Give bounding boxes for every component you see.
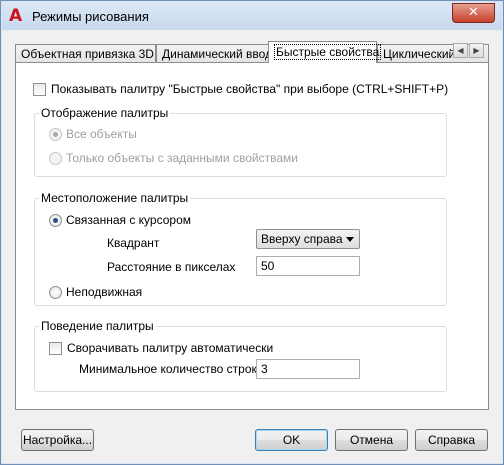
fixed-radio[interactable] [49, 285, 62, 299]
quadrant-label-text: Квадрант [107, 236, 160, 250]
tab-label: Быстрые свойства [274, 44, 382, 60]
cancel-button[interactable]: Отмена [335, 429, 408, 451]
all-objects-label: Все объекты [66, 127, 137, 141]
collapse-checkbox[interactable] [49, 341, 62, 355]
ok-button[interactable]: OK [255, 429, 328, 451]
quadrant-value: Вверху справа [261, 232, 343, 246]
tab-quick-properties[interactable]: Быстрые свойства [268, 41, 382, 63]
show-palette-option[interactable]: Показывать палитру "Быстрые свойства" пр… [33, 82, 448, 96]
behavior-group-title: Поведение палитры [39, 319, 156, 333]
tab-scroll-left-icon[interactable]: ◀ [453, 43, 468, 58]
window-title: Режимы рисования [32, 9, 149, 24]
all-objects-option[interactable]: Все объекты [49, 127, 137, 141]
specified-objects-option[interactable]: Только объекты с заданными свойствами [49, 151, 298, 165]
autocad-a-icon: A [9, 6, 23, 26]
close-button[interactable]: ✕ [452, 3, 495, 23]
quadrant-dropdown[interactable]: Вверху справа [256, 229, 360, 249]
cursor-dependent-label: Связанная с курсором [66, 213, 192, 227]
tab-strip: Объектная привязка 3D Динамический ввод … [15, 41, 489, 63]
collapse-label: Сворачивать палитру автоматически [67, 341, 274, 355]
specified-objects-label: Только объекты с заданными свойствами [66, 151, 298, 165]
title-bar[interactable]: A Режимы рисования ✕ [2, 2, 502, 30]
min-rows-label: Минимальное количество строк [79, 362, 257, 376]
fixed-option[interactable]: Неподвижная [49, 285, 142, 299]
min-rows-input[interactable]: 3 [256, 359, 360, 379]
settings-button[interactable]: Настройка... [21, 429, 94, 451]
help-button[interactable]: Справка [415, 429, 488, 451]
tab-label: Объектная привязка 3D [21, 47, 154, 61]
display-group [34, 113, 447, 177]
distance-label-text: Расстояние в пикселах [107, 260, 236, 274]
cursor-dependent-option[interactable]: Связанная с курсором [49, 213, 191, 227]
distance-input[interactable]: 50 [256, 256, 360, 276]
distance-label: Расстояние в пикселах [107, 260, 235, 274]
fixed-label: Неподвижная [66, 285, 143, 299]
quadrant-label: Квадрант [107, 236, 159, 250]
cursor-dependent-radio[interactable] [49, 213, 62, 227]
dialog-window: A Режимы рисования ✕ Объектная привязка … [0, 0, 504, 465]
tab-label: Динамический ввод [162, 47, 273, 61]
min-rows-label-text: Минимальное количество строк [79, 362, 257, 376]
dropdown-arrow-icon [346, 237, 354, 242]
all-objects-radio[interactable] [49, 127, 62, 141]
show-palette-checkbox[interactable] [33, 82, 46, 96]
collapse-option[interactable]: Сворачивать палитру автоматически [49, 341, 273, 355]
behavior-group [34, 326, 447, 392]
location-group-title: Местоположение палитры [39, 191, 191, 205]
tab-scroll-right-icon[interactable]: ▶ [469, 43, 484, 58]
show-palette-label: Показывать палитру "Быстрые свойства" пр… [51, 82, 449, 96]
specified-objects-radio[interactable] [49, 151, 62, 165]
display-group-title: Отображение палитры [39, 106, 171, 120]
tab-object-snap-3d[interactable]: Объектная привязка 3D [15, 44, 156, 63]
tab-dynamic-input[interactable]: Динамический ввод [156, 44, 273, 63]
